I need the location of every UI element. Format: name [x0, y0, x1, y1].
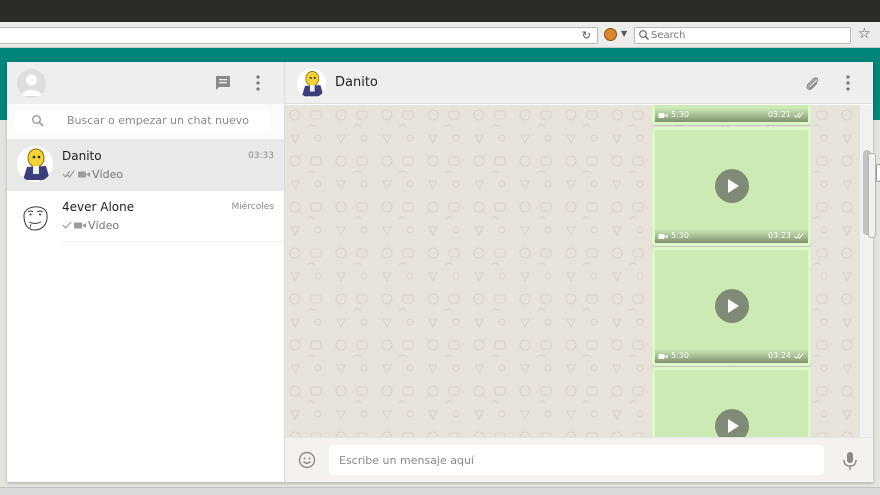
message-list[interactable]: 5:30 03:21 5:30 03:23 5:30 03:24	[285, 105, 859, 437]
video-camera-icon	[658, 233, 668, 239]
bookmark-star-icon[interactable]: ☆	[858, 25, 871, 43]
contact-name: Danito	[335, 75, 378, 90]
cartoon-avatar-icon	[297, 69, 326, 98]
search-placeholder: Buscar o empezar un chat nuevo	[67, 114, 250, 127]
video-duration: 5:30	[658, 350, 689, 362]
window-bottom-edge	[0, 487, 880, 495]
menu-icon[interactable]	[838, 73, 858, 93]
browser-search-placeholder: Search	[651, 30, 686, 41]
chat-name: 4ever Alone	[62, 200, 135, 214]
avatar[interactable]	[17, 69, 46, 98]
message-time-text: 03:24	[767, 351, 791, 360]
message-time-text: 03:21	[767, 110, 791, 119]
double-check-icon	[62, 170, 75, 178]
double-check-icon	[793, 233, 804, 240]
avatar[interactable]	[297, 69, 326, 98]
search-input[interactable]: Buscar o empezar un chat nuevo	[15, 110, 271, 132]
conversation-header[interactable]: Danito	[285, 62, 873, 104]
video-message[interactable]: 5:30 03:21	[652, 105, 811, 125]
video-duration: 5:30	[658, 230, 689, 242]
chevron-down-icon[interactable]: ▼	[621, 29, 627, 38]
avatar	[17, 197, 53, 233]
check-icon	[62, 221, 72, 229]
address-bar[interactable]: ↻	[0, 27, 598, 44]
cartoon-avatar-icon	[17, 146, 53, 182]
avatar	[17, 146, 53, 182]
video-info-bar: 5:30 03:23	[655, 229, 808, 243]
message-time-text: 03:23	[767, 231, 791, 240]
video-duration: 5:30	[658, 109, 689, 121]
conversation-pane: Danito 5:30 03:21 5:30 03:23 5:30 03:24 …	[285, 62, 873, 482]
smiley-icon[interactable]	[298, 451, 316, 469]
browser-toolbar: ↻ ▼ Search ☆	[0, 22, 880, 48]
chat-preview-text: Vídeo	[88, 218, 120, 232]
paperclip-icon[interactable]	[803, 74, 823, 94]
video-camera-icon	[78, 171, 90, 177]
side-tab[interactable]	[876, 164, 880, 182]
message-time: 03:21	[768, 109, 805, 121]
message-input[interactable]: Escribe un mensaje aquí	[329, 445, 824, 475]
page-scrollbar-thumb[interactable]	[868, 153, 876, 238]
message-input-placeholder: Escribe un mensaje aquí	[339, 454, 474, 467]
message-time: 03:24	[768, 350, 805, 362]
double-check-icon	[793, 353, 804, 360]
video-message[interactable]: 5:30 03:24	[652, 247, 811, 366]
message-time: 03:23	[768, 230, 805, 242]
play-icon[interactable]	[714, 169, 749, 203]
search-icon	[32, 115, 44, 127]
video-duration-text: 5:30	[671, 110, 689, 119]
video-camera-icon	[658, 353, 668, 359]
addon-icon[interactable]	[604, 28, 617, 41]
sidebar-header	[7, 62, 284, 104]
video-duration-text: 5:30	[671, 231, 689, 240]
chat-time: Miércoles	[231, 202, 275, 212]
chat-list-item-4ever-alone[interactable]: 4ever Alone Miércoles Vídeo	[7, 191, 284, 242]
video-camera-icon	[658, 112, 668, 118]
window-titlebar	[0, 0, 880, 22]
play-icon[interactable]	[714, 409, 749, 437]
video-camera-icon	[74, 222, 86, 228]
default-avatar-icon	[21, 74, 42, 96]
chat-list-item-danito[interactable]: Danito 03:33 Vídeo	[7, 140, 284, 191]
video-message[interactable]: 5:30 03:23	[652, 127, 811, 246]
whatsapp-web-app: Buscar o empezar un chat nuevo Danito 03…	[7, 62, 873, 482]
chat-sidebar: Buscar o empezar un chat nuevo Danito 03…	[7, 62, 285, 482]
chat-preview: Vídeo	[62, 218, 119, 232]
divider	[62, 241, 284, 242]
video-info-bar: 5:30 03:21	[655, 108, 808, 122]
chat-time: 03:33	[248, 151, 274, 161]
chat-preview: Vídeo	[62, 167, 123, 181]
browser-search-field[interactable]: Search	[634, 27, 851, 44]
play-icon[interactable]	[714, 289, 749, 323]
menu-icon[interactable]	[248, 73, 268, 93]
new-chat-icon[interactable]	[213, 73, 233, 93]
chat-search-bar: Buscar o empezar un chat nuevo	[7, 104, 284, 140]
reload-icon[interactable]: ↻	[582, 28, 591, 44]
chat-name: Danito	[62, 149, 102, 163]
chat-preview-text: Vídeo	[92, 167, 124, 181]
composer-bar: Escribe un mensaje aquí	[285, 437, 873, 482]
double-check-icon	[793, 112, 804, 119]
search-icon	[639, 30, 649, 40]
video-info-bar: 5:30 03:24	[655, 349, 808, 363]
microphone-icon[interactable]	[841, 451, 859, 471]
forever-alone-face-icon	[17, 197, 53, 233]
video-duration-text: 5:30	[671, 351, 689, 360]
video-message[interactable]	[652, 367, 811, 437]
